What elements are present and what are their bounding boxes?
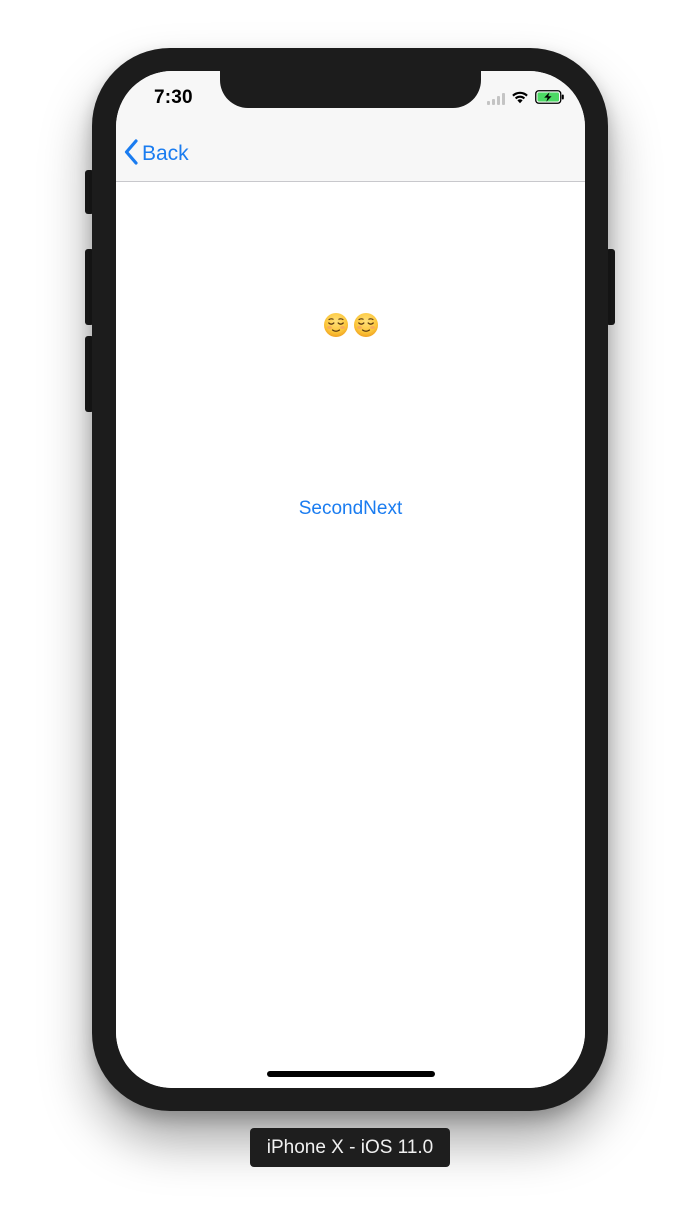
status-time: 7:30 [154,87,193,108]
relieved-face-icon [323,312,349,343]
device-notch [220,71,481,108]
back-button-label: Back [142,142,189,165]
wifi-icon [511,90,529,109]
emoji-row [116,312,585,343]
device-screen: 7:30 Back SecondNext [116,71,585,1088]
simulator-stage: 7:30 Back SecondNext iPhone X - iOS 11.0 [0,0,700,1226]
simulator-device-label: iPhone X - iOS 11.0 [250,1128,450,1167]
second-next-button[interactable]: SecondNext [116,498,585,520]
cellular-signal-icon [487,93,505,105]
chevron-left-icon [124,138,138,170]
home-indicator[interactable] [267,1071,435,1077]
relieved-face-icon [353,312,379,343]
status-icons [487,89,565,109]
main-content: SecondNext [116,182,585,1088]
battery-charging-icon [535,89,565,109]
back-button[interactable]: Back [124,137,189,171]
